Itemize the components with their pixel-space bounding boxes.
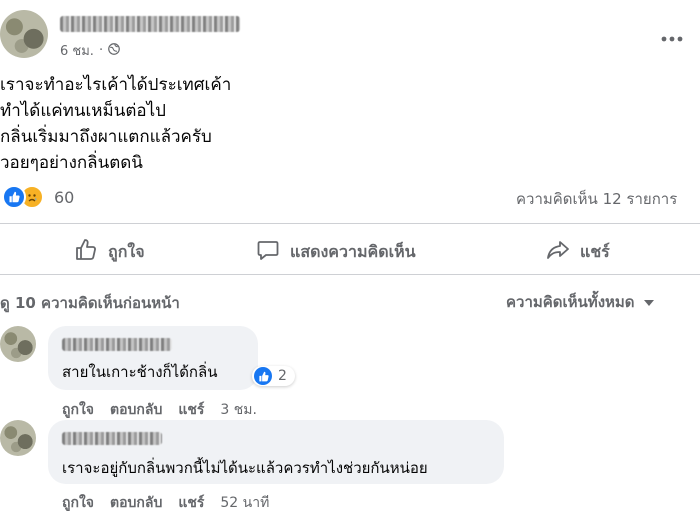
comment-button[interactable]: แสดงความคิดเห็น: [256, 238, 416, 266]
comment-reply-link[interactable]: ตอบกลับ: [110, 492, 162, 514]
comment-share-link[interactable]: แชร์: [178, 492, 204, 514]
divider-top: [0, 223, 700, 224]
comment-avatar[interactable]: [0, 420, 36, 456]
comment-time[interactable]: 52 นาที: [220, 492, 269, 514]
author-avatar[interactable]: [0, 10, 48, 58]
reactions-summary[interactable]: 60: [2, 185, 74, 209]
thumbs-up-icon: [74, 238, 98, 266]
comment-bubble-icon: [256, 238, 280, 266]
like-button[interactable]: ถูกใจ: [74, 238, 145, 266]
share-label: แชร์: [580, 241, 610, 261]
comment-time[interactable]: 3 ชม.: [220, 399, 257, 421]
post-meta: 6 ชม. ·: [60, 40, 120, 61]
like-icon: [254, 367, 272, 385]
comment-share-link[interactable]: แชร์: [178, 399, 204, 421]
commenter-name-redacted[interactable]: [62, 338, 172, 351]
comment-count[interactable]: ความคิดเห็น 12 รายการ: [516, 187, 677, 211]
comment-reactions[interactable]: 2: [252, 366, 295, 386]
comment-actions: ถูกใจ ตอบกลับ แชร์ 52 นาที: [62, 492, 269, 514]
post-time[interactable]: 6 ชม.: [60, 40, 94, 61]
share-button[interactable]: แชร์: [546, 238, 610, 266]
divider-bottom: [0, 274, 700, 275]
reaction-count: 60: [54, 187, 75, 207]
post-line: กลิ่นเริ่มมาถึงผาแตกแล้วครับ: [0, 127, 212, 147]
caret-down-icon: [643, 293, 655, 311]
meta-separator: ·: [98, 43, 104, 58]
comment-text: เราจะอยู่กับกลิ่นพวกนี้ไม่ได้นะแล้วควรทำ…: [62, 459, 428, 477]
comment-bubble: สายในเกาะช้างก็ได้กลิ่น: [48, 326, 258, 390]
like-label: ถูกใจ: [108, 241, 145, 261]
comment-filter[interactable]: ความคิดเห็นทั้งหมด: [506, 290, 655, 314]
comment-label: แสดงความคิดเห็น: [290, 241, 416, 261]
comment-reply-link[interactable]: ตอบกลับ: [110, 399, 162, 421]
comment-reaction-count: 2: [278, 368, 287, 384]
post-line: วอยๆอย่างกลิ่นตดนิ: [0, 153, 143, 173]
comment-like-link[interactable]: ถูกใจ: [62, 399, 94, 421]
comment-filter-label: ความคิดเห็นทั้งหมด: [506, 293, 635, 311]
commenter-name-redacted[interactable]: [62, 432, 162, 445]
comment-bubble: เราจะอยู่กับกลิ่นพวกนี้ไม่ได้นะแล้วควรทำ…: [48, 420, 504, 484]
comment-actions: ถูกใจ ตอบกลับ แชร์ 3 ชม.: [62, 399, 257, 421]
post-body: เราจะทำอะไรเค้าได้ประเทศเค้า ทำได้แค่ทนเ…: [0, 72, 231, 176]
more-icon[interactable]: [660, 28, 684, 47]
view-previous-comments[interactable]: ดู 10 ความคิดเห็นก่อนหน้า: [0, 291, 180, 315]
comment-text: สายในเกาะช้างก็ได้กลิ่น: [62, 363, 218, 381]
author-name-redacted[interactable]: [60, 16, 240, 32]
post-line: ทำได้แค่ทนเหม็นต่อไป: [0, 101, 166, 121]
post-line: เราจะทำอะไรเค้าได้ประเทศเค้า: [0, 75, 232, 95]
comment-avatar[interactable]: [0, 326, 36, 362]
share-arrow-icon: [546, 238, 570, 266]
like-icon: [2, 185, 26, 209]
globe-icon: [108, 42, 120, 59]
comment-like-link[interactable]: ถูกใจ: [62, 492, 94, 514]
